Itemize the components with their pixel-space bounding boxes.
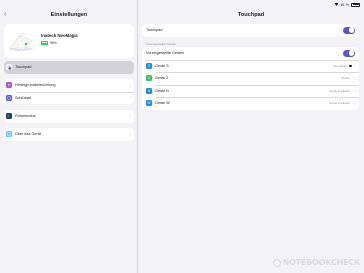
sidebar-item-label: Schlüssel [15,95,32,100]
chevron-right-icon: › [129,113,132,119]
battery-percent: 81 % [340,2,349,7]
gestures-group: Voreingestellte Gesten S Geste S Siri st… [142,47,359,110]
chevron-right-icon: › [129,82,132,88]
key-icon [6,94,12,101]
touchpad-toggle[interactable] [343,26,355,34]
gesture-row-w[interactable]: W Geste W Keine Funktion › [142,97,359,110]
watermark-logo-icon [272,258,281,267]
sidebar-item-label: Ruhemodus [15,114,36,119]
gesture-label: Geste W [155,101,170,106]
watermark: NOTEBOOKCHECK [272,258,361,267]
keyboard-image [9,32,33,51]
gesture-row-s[interactable]: S Geste S Siri starten › [142,59,359,73]
hand-pointer-icon [6,64,12,71]
sidebar-group-about: Über das Gerät › [4,128,134,141]
chevron-right-icon: › [129,131,132,137]
chevron-right-icon: › [354,88,356,94]
device-battery: 98% [41,41,57,45]
sidebar-item-label: Über das Gerät [15,132,41,137]
sidebar-item-sleep[interactable]: ☾ Ruhemodus › [4,110,134,123]
gesture-label: Geste S [155,63,169,68]
device-name: Inateck NeoMagic [41,33,79,38]
gesture-value: Keine Funktion [329,101,350,106]
preset-gestures-row: Voreingestellte Gesten [142,47,359,60]
sidebar-item-label: Touchpad [15,65,32,70]
page-title: Touchpad [237,12,265,18]
sidebar-item-about[interactable]: Über das Gerät › [4,128,134,141]
sidebar-group-touchpad: Touchpad [4,61,134,74]
info-icon [6,131,12,138]
chevron-right-icon: › [354,75,356,81]
backlight-icon: ☀ [6,82,12,89]
watermark-text: NOTEBOOKCHECK [282,258,361,267]
gesture-value: Siri starten [333,63,348,68]
gesture-row-z[interactable]: Z Geste Z Suche › [142,72,359,85]
sidebar-item-label: Hintergrundbeleuchtung [15,83,56,88]
wifi-icon [334,2,339,7]
touchpad-row: Touchpad [142,24,359,37]
badge-dot [349,64,352,67]
w-gesture-icon: W [146,100,152,107]
sidebar-item-backlight[interactable]: ☀ Hintergrundbeleuchtung › [4,79,134,92]
section-header: Voreingestellte Gesten [146,42,177,46]
gesture-label: Geste N [155,88,169,93]
battery-icon [351,2,360,7]
gesture-row-n[interactable]: N Geste N Keine Funktion › [142,84,359,98]
sidebar-title: Einstellungen [50,12,88,18]
sidebar: ‹ Einstellungen Inateck NeoMagic 98% Tou… [0,0,138,273]
sidebar-group-settings: ☀ Hintergrundbeleuchtung › Schlüssel › [4,79,134,104]
device-battery-icon [41,41,49,45]
chevron-right-icon: › [354,100,356,106]
chevron-right-icon: › [354,63,356,69]
n-gesture-icon: N [146,87,152,94]
s-gesture-icon: S [146,62,152,69]
chevron-right-icon: › [129,95,132,101]
preset-gestures-toggle[interactable] [343,49,355,57]
moon-icon: ☾ [6,113,12,120]
sidebar-item-keys[interactable]: Schlüssel › [4,91,134,105]
touchpad-group: Touchpad [142,24,359,37]
preset-gestures-label: Voreingestellte Gesten [146,51,185,56]
sidebar-group-sleep: ☾ Ruhemodus › [4,110,134,123]
gesture-value: Keine Funktion [329,88,350,93]
status-indicators: 81 % [334,2,360,7]
device-battery-percent: 98% [50,41,57,45]
gesture-label: Geste Z [155,76,169,81]
gesture-value: Suche [341,76,350,81]
touchpad-label: Touchpad [146,28,163,33]
sidebar-item-touchpad[interactable]: Touchpad [4,61,134,74]
z-gesture-icon: Z [146,75,152,82]
device-card: Inateck NeoMagic 98% [4,24,134,58]
